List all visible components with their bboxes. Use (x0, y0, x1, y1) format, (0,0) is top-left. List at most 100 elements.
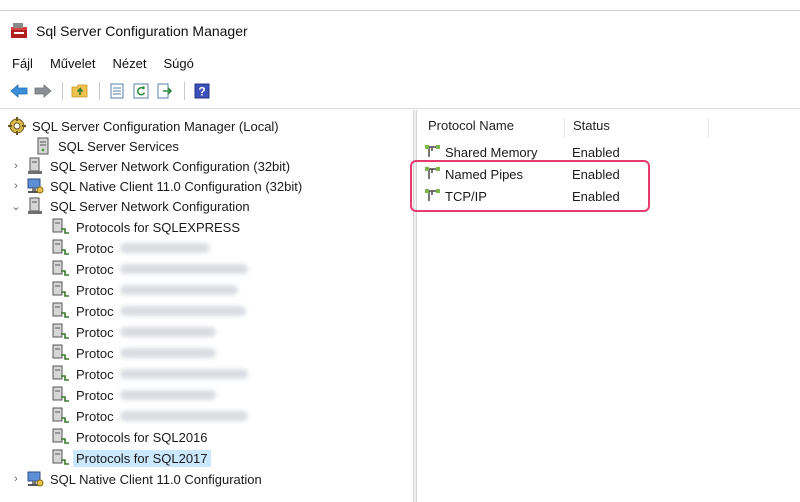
highlight-annotation (410, 160, 650, 212)
help-icon[interactable]: ? (191, 80, 213, 102)
redacted-text (119, 411, 248, 421)
toolbar-separator (184, 82, 185, 100)
protocols-icon (52, 428, 70, 446)
tree-item-label: SQL Native Client 11.0 Configuration (50, 471, 262, 487)
protocols-icon (52, 281, 70, 299)
protocols-icon (52, 302, 70, 320)
protocol-list: Protocol Name Status Shared Memory Enabl… (410, 110, 800, 502)
redacted-text (119, 285, 238, 295)
tree-item-protocols[interactable]: Protoc (52, 280, 238, 300)
tree-item-protocols[interactable]: Protoc (52, 385, 216, 405)
tree-item-protocols[interactable]: Protoc (52, 238, 210, 258)
redacted-text (119, 327, 216, 337)
properties-icon[interactable] (106, 80, 128, 102)
tree-item-services[interactable]: SQL Server Services (34, 136, 179, 156)
chevron-down-icon[interactable]: ⌄ (10, 200, 22, 213)
window-top-border (0, 10, 800, 11)
toolbar: ? (0, 78, 800, 104)
protocol-name: Shared Memory (445, 144, 538, 160)
tree-item-protocols[interactable]: Protocols for SQLEXPRESS (52, 217, 240, 237)
redacted-text (119, 264, 248, 274)
tree-item-protocols[interactable]: Protoc (52, 406, 248, 426)
protocols-icon (52, 386, 70, 404)
export-icon[interactable] (154, 80, 176, 102)
tree-item-label: SQL Server Configuration Manager (Local) (32, 118, 279, 134)
tree-item-protocols[interactable]: Protoc (52, 364, 248, 384)
native-client-icon (26, 470, 44, 488)
tree-item-protocols[interactable]: Protoc (52, 322, 216, 342)
tree-item-label: Protoc (76, 240, 114, 256)
refresh-icon[interactable] (130, 80, 152, 102)
back-arrow-icon[interactable] (8, 80, 30, 102)
tree-item-protocols-selected[interactable]: Protocols for SQL2017 (52, 448, 211, 468)
protocol-status: Enabled (572, 144, 620, 160)
tree-item-label: Protocols for SQLEXPRESS (76, 219, 241, 235)
protocol-icon (424, 144, 442, 160)
redacted-text (119, 243, 210, 253)
tree-item-label: Protoc (76, 282, 114, 298)
title-bar: Sql Server Configuration Manager (0, 18, 800, 44)
tree-item-label: Protoc (76, 345, 114, 361)
network-config-icon (26, 197, 44, 215)
tree-item-network[interactable]: ⌄ SQL Server Network Configuration (10, 196, 250, 216)
tree-item-protocols[interactable]: Protoc (52, 343, 216, 363)
protocols-icon (52, 344, 70, 362)
protocols-icon (52, 239, 70, 257)
column-header-protocol-name[interactable]: Protocol Name (428, 118, 514, 138)
list-item[interactable]: Shared Memory Enabled (424, 142, 784, 162)
config-manager-icon (8, 117, 26, 135)
toolbar-separator (99, 82, 100, 100)
app-icon (10, 22, 30, 40)
tree-item-label: Protocols for SQL2016 (76, 429, 208, 445)
protocols-icon (52, 407, 70, 425)
chevron-right-icon[interactable]: › (10, 473, 22, 485)
chevron-right-icon[interactable]: › (10, 180, 22, 192)
column-header-status[interactable]: Status (573, 118, 610, 138)
tree-item-label: Protoc (76, 408, 114, 424)
chevron-right-icon[interactable]: › (10, 160, 22, 172)
window-title: Sql Server Configuration Manager (36, 23, 248, 39)
tree-item-label: SQL Server Network Configuration (32bit) (50, 158, 291, 174)
tree-item-label: Protoc (76, 261, 114, 277)
redacted-text (119, 348, 216, 358)
native-client-icon (26, 177, 44, 195)
redacted-text (119, 369, 248, 379)
redacted-text (119, 390, 216, 400)
toolbar-separator (62, 82, 63, 100)
column-divider[interactable] (708, 118, 709, 138)
tree-item-protocols[interactable]: Protocols for SQL2016 (52, 427, 208, 447)
forward-arrow-icon[interactable] (32, 80, 54, 102)
tree-item-label: Protocols for SQL2017 (73, 449, 211, 467)
tree-item-label: Protoc (76, 387, 114, 403)
tree-item-protocols[interactable]: Protoc (52, 259, 248, 279)
menu-action[interactable]: Művelet (50, 56, 96, 71)
tree-item-protocols[interactable]: Protoc (52, 301, 246, 321)
tree-item-native32[interactable]: › SQL Native Client 11.0 Configuration (… (10, 176, 302, 196)
tree-item-label: SQL Server Network Configuration (50, 198, 250, 214)
tree-item-label: Protoc (76, 366, 114, 382)
help-glyph: ? (198, 85, 205, 99)
tree-item-network32[interactable]: › SQL Server Network Configuration (32bi… (10, 156, 290, 176)
tree-item-label: SQL Server Services (58, 138, 179, 154)
menu-bar: Fájl Művelet Nézet Súgó (0, 52, 800, 74)
redacted-text (119, 306, 246, 316)
tree-pane: SQL Server Configuration Manager (Local)… (0, 110, 410, 502)
protocols-icon (52, 323, 70, 341)
server-icon (34, 137, 52, 155)
protocols-icon (52, 260, 70, 278)
protocols-icon (52, 218, 70, 236)
network-config-icon (26, 157, 44, 175)
up-folder-icon[interactable] (69, 80, 91, 102)
protocols-icon (52, 449, 70, 467)
tree-item-label: SQL Native Client 11.0 Configuration (32… (50, 178, 303, 194)
menu-file[interactable]: Fájl (12, 56, 33, 71)
tree-item-label: Protoc (76, 303, 114, 319)
menu-view[interactable]: Nézet (112, 56, 146, 71)
menu-help[interactable]: Súgó (163, 56, 193, 71)
tree-item-root[interactable]: SQL Server Configuration Manager (Local) (8, 116, 279, 136)
tree-item-label: Protoc (76, 324, 114, 340)
protocols-icon (52, 365, 70, 383)
tree-item-native[interactable]: › SQL Native Client 11.0 Configuration (10, 469, 262, 489)
column-divider[interactable] (564, 118, 565, 138)
toolbar-bottom-border (0, 108, 800, 109)
